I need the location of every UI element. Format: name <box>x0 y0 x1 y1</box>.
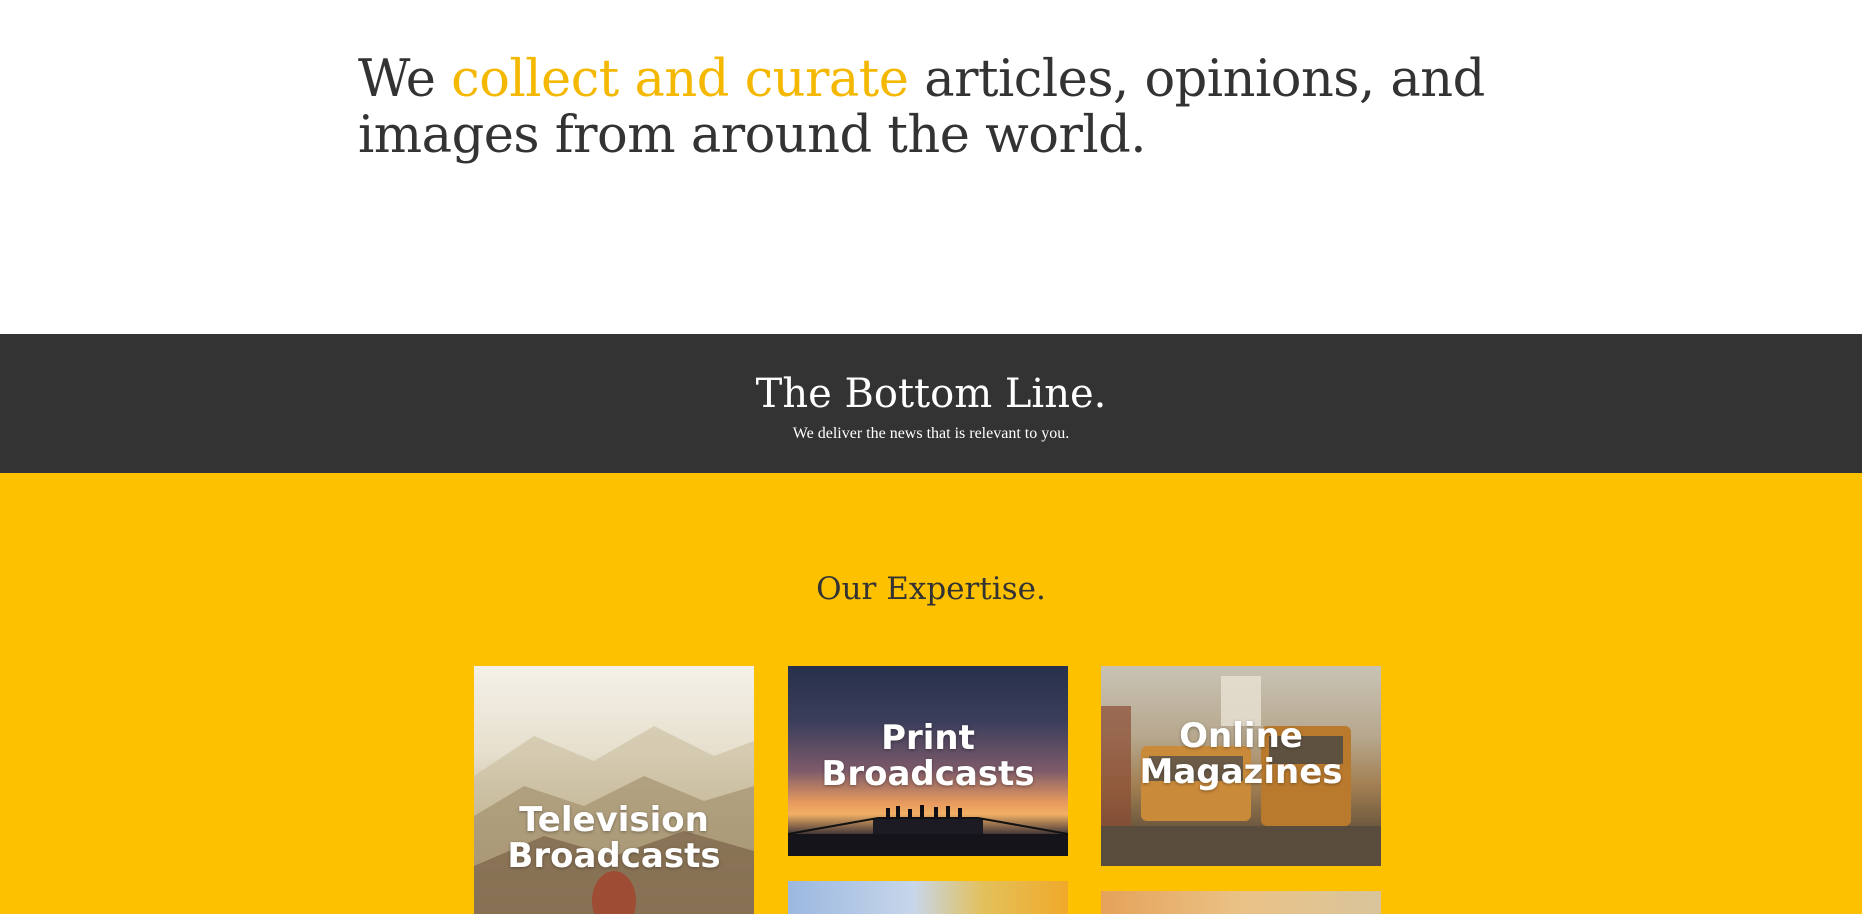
card-warm-light[interactable] <box>1101 891 1381 914</box>
mountain-landscape-image <box>474 726 754 914</box>
intro-section: We collect and curate articles, opinions… <box>0 0 1862 334</box>
intro-headline: We collect and curate articles, opinions… <box>358 52 1518 164</box>
expertise-title: Our Expertise. <box>816 571 1046 607</box>
card-online-magazines[interactable]: Online Magazines <box>1101 666 1381 866</box>
card-television-broadcasts[interactable]: Television Broadcasts <box>474 666 754 914</box>
card-print-broadcasts[interactable]: Print Broadcasts <box>788 666 1068 856</box>
bottom-line-subtitle: We deliver the news that is relevant to … <box>792 425 1070 442</box>
card-online-label: Online Magazines <box>1139 716 1343 792</box>
card-colorful-street[interactable] <box>788 881 1068 914</box>
bottom-line-title: The Bottom Line. <box>755 371 1107 417</box>
expertise-section: Our Expertise. Television Broadcasts Pri… <box>0 473 1862 914</box>
intro-prefix: We <box>358 50 452 109</box>
card-print-label: Print Broadcasts <box>821 718 1035 794</box>
card-television-label: Television Broadcasts <box>507 800 721 876</box>
intro-highlight: collect and curate <box>451 50 909 109</box>
bottom-line-banner: The Bottom Line. We deliver the news tha… <box>0 334 1862 473</box>
